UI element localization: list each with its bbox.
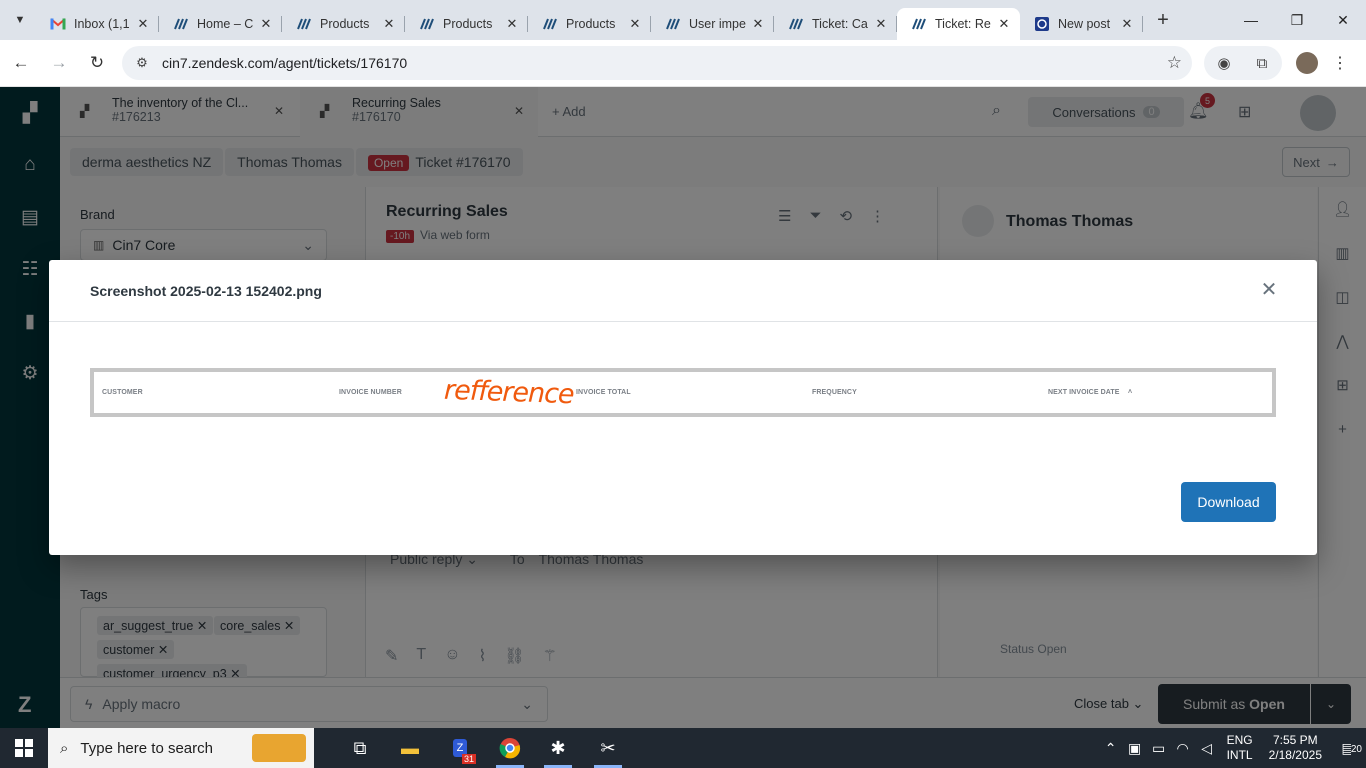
tab-title: Inbox (1,1 <box>74 17 130 31</box>
column-header-next-invoice-date: NEXT INVOICE DATE <box>1048 389 1120 396</box>
image-preview: CUSTOMER INVOICE NUMBER refference INVOI… <box>90 368 1276 417</box>
windows-taskbar: ⌕ Type here to search ⧉ ▬ Z 31 ✱ ✂ ⌃ ▣ ▭ … <box>0 728 1366 768</box>
snipping-tool-icon[interactable]: ✂ <box>584 732 632 768</box>
close-icon[interactable]: ✕ <box>504 16 520 32</box>
tab-search-button[interactable]: ▼ <box>6 6 34 34</box>
volume-icon[interactable]: ◁ <box>1195 740 1219 757</box>
wifi-icon[interactable]: ◠ <box>1171 740 1195 757</box>
close-icon[interactable]: ✕ <box>258 16 274 32</box>
close-icon[interactable]: ✕ <box>135 16 151 32</box>
window-controls: ― ❐ ✕ <box>1228 0 1366 40</box>
column-header-customer: CUSTOMER <box>102 389 143 396</box>
clock[interactable]: 7:55 PM 2/18/2025 <box>1269 733 1322 763</box>
close-icon[interactable]: ✕ <box>750 16 766 32</box>
browser-tab[interactable]: Home – C ✕ <box>159 8 282 40</box>
profile-avatar[interactable] <box>1296 52 1318 74</box>
cin7-icon <box>173 16 189 32</box>
slack-icon[interactable]: ✱ <box>534 732 582 768</box>
browser-tab[interactable]: Products ✕ <box>405 8 528 40</box>
zoho-calendar-icon[interactable]: Z 31 <box>436 732 484 764</box>
minimize-icon[interactable]: ― <box>1228 0 1274 40</box>
system-tray: ⌃ ▣ ▭ ◠ ◁ ENG INTL 7:55 PM 2/18/2025 ▤ 20 <box>1099 728 1366 768</box>
close-icon[interactable]: ✕ <box>381 16 397 32</box>
extensions-icon[interactable]: ⧉ <box>1250 51 1274 75</box>
browser-tab[interactable]: Products ✕ <box>528 8 651 40</box>
tab-title: Products <box>443 17 493 31</box>
close-icon[interactable]: ✕ <box>1119 16 1135 32</box>
tab-title: Ticket: Ca <box>812 17 868 31</box>
column-header-invoice-total: INVOICE TOTAL <box>576 389 631 396</box>
close-icon[interactable]: ✕ <box>1259 280 1279 300</box>
battery-icon[interactable]: ▭ <box>1147 740 1171 757</box>
task-view-icon[interactable]: ⧉ <box>336 732 384 764</box>
url-text[interactable]: cin7.zendesk.com/agent/tickets/176170 <box>162 55 1167 71</box>
restore-icon[interactable]: ❐ <box>1274 0 1320 40</box>
download-button[interactable]: Download <box>1181 482 1276 522</box>
lang-top: ENG <box>1226 733 1253 747</box>
browser-tab[interactable]: Ticket: Ca ✕ <box>774 8 897 40</box>
briefcase-icon[interactable] <box>252 734 306 762</box>
column-header-invoice-number: INVOICE NUMBER <box>339 389 402 396</box>
clock-date: 2/18/2025 <box>1268 748 1322 762</box>
forward-icon[interactable]: → <box>42 46 76 80</box>
tab-title: User impe <box>689 17 746 31</box>
taskbar-search[interactable]: ⌕ Type here to search <box>48 728 314 768</box>
tab-title: Products <box>566 17 616 31</box>
close-icon[interactable]: ✕ <box>996 16 1012 32</box>
cin7-icon <box>542 16 558 32</box>
bookmark-star-icon[interactable]: ☆ <box>1167 53 1182 73</box>
browser-tab-active[interactable]: Ticket: Re ✕ <box>897 8 1020 40</box>
tab-list: Inbox (1,1 ✕ Home – C ✕ Products ✕ Produ… <box>36 0 1143 40</box>
column-header-frequency: FREQUENCY <box>812 389 857 396</box>
gmail-icon <box>50 16 66 32</box>
reload-icon[interactable]: ↻ <box>80 46 114 80</box>
site-settings-icon[interactable]: ⚙ <box>132 53 152 73</box>
windows-start-icon[interactable] <box>0 728 48 768</box>
antivirus-icon[interactable]: ▣ <box>1123 740 1147 757</box>
new-tab-button[interactable]: + <box>1149 6 1177 34</box>
tab-title: Ticket: Re <box>935 17 991 31</box>
browser-tab-strip: ▼ Inbox (1,1 ✕ Home – C ✕ Products ✕ Pro… <box>0 0 1366 40</box>
sort-asc-icon: ˄ <box>1128 389 1133 396</box>
modal-header: Screenshot 2025-02-13 152402.png ✕ <box>49 260 1317 322</box>
close-icon[interactable]: ✕ <box>627 16 643 32</box>
tab-title: Home – C <box>197 17 254 31</box>
lang-bottom: INTL <box>1226 748 1253 762</box>
language-indicator[interactable]: ENG INTL <box>1227 733 1253 763</box>
cin7-icon <box>419 16 435 32</box>
cin7-icon <box>665 16 681 32</box>
search-placeholder: Type here to search <box>80 739 213 757</box>
attachment-preview-modal: Screenshot 2025-02-13 152402.png ✕ CUSTO… <box>49 260 1317 555</box>
chrome-icon[interactable] <box>486 732 534 768</box>
cin7-icon <box>296 16 312 32</box>
handwritten-annotation: refference <box>443 374 575 411</box>
cin7-icon <box>911 16 927 32</box>
browser-tab[interactable]: New post ✕ <box>1020 8 1143 40</box>
browser-toolbar: ← → ↻ ⚙ cin7.zendesk.com/agent/tickets/1… <box>0 40 1366 87</box>
back-icon[interactable]: ← <box>4 46 38 80</box>
notification-count: 20 <box>1350 743 1362 755</box>
calendar-badge: 31 <box>461 754 476 764</box>
window-close-icon[interactable]: ✕ <box>1320 0 1366 40</box>
modal-title: Screenshot 2025-02-13 152402.png <box>90 283 322 299</box>
tab-title: Products <box>320 17 370 31</box>
file-explorer-icon[interactable]: ▬ <box>386 732 434 764</box>
tab-title: New post <box>1058 17 1111 31</box>
clock-time: 7:55 PM <box>1272 733 1318 747</box>
toolbar-right: ◉ ⧉ ⋮ <box>1204 46 1348 80</box>
notification-center-icon[interactable]: ▤ 20 <box>1330 740 1366 757</box>
windows-logo <box>15 739 33 757</box>
cin7-icon <box>788 16 804 32</box>
address-bar[interactable]: ⚙ cin7.zendesk.com/agent/tickets/176170 … <box>122 46 1192 80</box>
browser-tab[interactable]: Inbox (1,1 ✕ <box>36 8 159 40</box>
close-icon[interactable]: ✕ <box>873 16 889 32</box>
password-manager-icon[interactable]: ◉ <box>1212 51 1236 75</box>
extensions-group: ◉ ⧉ <box>1204 46 1282 80</box>
browser-tab[interactable]: Products ✕ <box>282 8 405 40</box>
browser-menu-icon[interactable]: ⋮ <box>1332 53 1348 73</box>
wordpress-icon <box>1034 16 1050 32</box>
browser-tab[interactable]: User impe ✕ <box>651 8 774 40</box>
chevron-up-icon[interactable]: ⌃ <box>1099 740 1123 757</box>
search-icon: ⌕ <box>60 739 69 757</box>
